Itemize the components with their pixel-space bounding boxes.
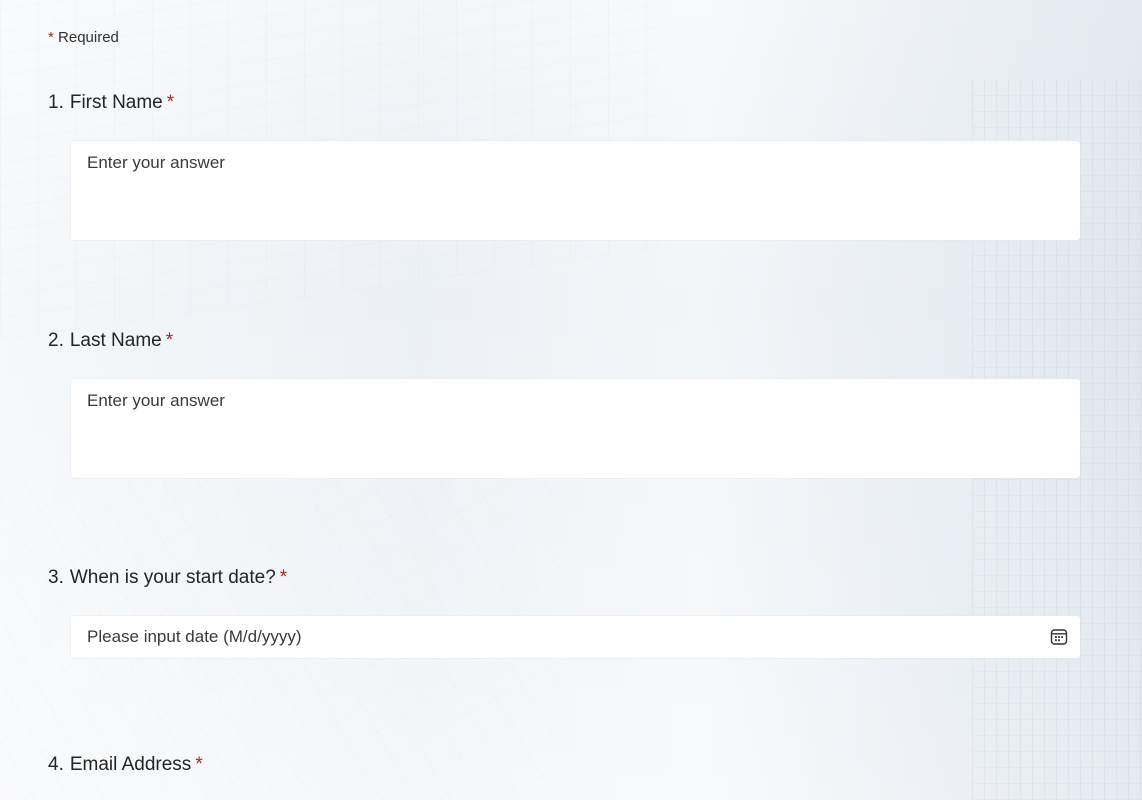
last-name-input[interactable] <box>71 379 1080 478</box>
question-number: 1. <box>48 92 64 113</box>
first-name-input[interactable] <box>71 141 1080 240</box>
question-text: Email Address <box>69 754 192 775</box>
first-name-answer-box[interactable] <box>71 141 1080 240</box>
calendar-icon[interactable] <box>1038 616 1080 658</box>
question-title: 1. First Name * <box>48 92 174 114</box>
required-asterisk: * <box>279 567 288 588</box>
required-note: * Required <box>48 29 119 46</box>
question-first-name: 1. First Name * <box>48 92 174 114</box>
calendar-icon-glyph <box>1050 629 1068 645</box>
question-text: When is your start date? <box>69 567 276 588</box>
question-email-address: 4. Email Address * <box>48 754 203 776</box>
question-number: 3. <box>48 567 64 588</box>
question-number: 2. <box>48 330 64 351</box>
question-text: Last Name <box>69 330 162 351</box>
question-number: 4. <box>48 754 64 775</box>
form: * Required 1. First Name * 2. Last Name … <box>0 0 1142 800</box>
required-asterisk: * <box>48 29 54 46</box>
question-title: 2. Last Name * <box>48 330 173 352</box>
question-last-name: 2. Last Name * <box>48 330 173 352</box>
start-date-input[interactable] <box>71 616 1038 658</box>
required-asterisk: * <box>195 754 203 775</box>
question-title: 4. Email Address * <box>48 754 203 776</box>
required-asterisk: * <box>166 92 175 113</box>
question-start-date: 3. When is your start date? * <box>48 567 287 589</box>
required-asterisk: * <box>165 330 174 351</box>
start-date-answer-box[interactable] <box>71 616 1080 658</box>
required-label: Required <box>58 29 119 46</box>
question-title: 3. When is your start date? * <box>48 567 287 589</box>
last-name-answer-box[interactable] <box>71 379 1080 478</box>
question-text: First Name <box>69 92 163 113</box>
